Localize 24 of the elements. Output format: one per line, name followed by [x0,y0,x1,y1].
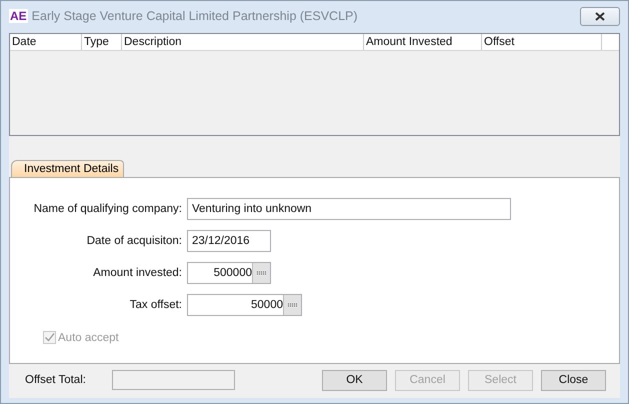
column-header[interactable]: Offset [482,34,602,50]
column-header[interactable]: Description [122,34,364,50]
number-field[interactable]: 50000 [187,294,302,316]
calculator-icon[interactable] [283,295,301,315]
field-label: Tax offset: [130,299,182,311]
calculator-icon[interactable] [252,263,270,283]
app-logo: AE [9,9,28,23]
close-button[interactable] [580,6,620,26]
field-label: Name of qualifying company: [34,203,182,215]
dialog-button[interactable]: Close [541,370,606,390]
input-field[interactable]: Venturing into unknown [187,198,511,220]
column-header[interactable]: Type [82,34,122,50]
column-header[interactable]: Amount Invested [364,34,482,50]
window-title: Early Stage Venture Capital Limited Partnership (ESVCLP) [32,9,359,23]
checkbox-label: Auto accept [58,332,119,344]
number-field[interactable]: 500000 [187,262,271,284]
column-header[interactable]: Date [10,34,82,50]
close-icon [595,12,605,20]
field-label: Date of acquisiton: [86,235,182,247]
input-field[interactable]: 23/12/2016 [187,230,271,252]
dialog-button[interactable]: OK [322,370,387,390]
field-label: Amount invested: [93,267,182,279]
tab[interactable]: Investment Details [11,160,124,177]
total-label: Offset Total: [24,374,87,386]
